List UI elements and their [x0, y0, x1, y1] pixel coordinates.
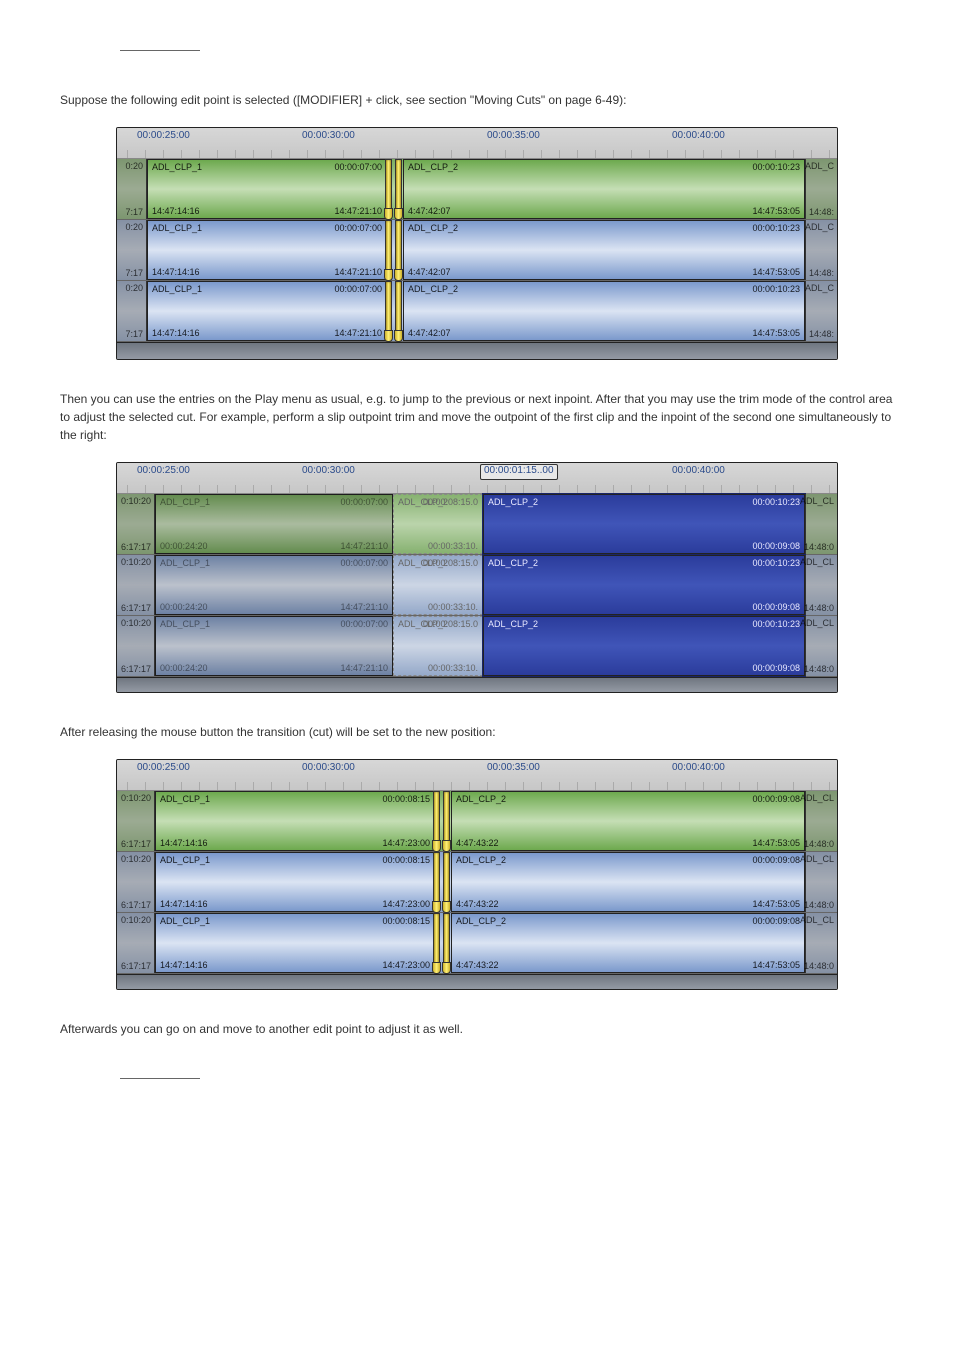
timeline-before[interactable]: 00:00:25:00 00:00:30:00 00:00:35:00 00:0… [116, 127, 838, 360]
trim-handle-right-icon[interactable] [443, 791, 450, 851]
paragraph-2: Then you can use the entries on the Play… [60, 390, 894, 444]
timeline-after[interactable]: 00:00:25:00 00:00:30:00 00:00:35:00 00:0… [116, 759, 838, 990]
track-audio2-before[interactable]: 0:207:17 ADL_CLP_100:00:07:0014:47:14:16… [117, 281, 837, 342]
timeline-during[interactable]: 00:00:25:00 00:00:30:00 00:00:01:15..00 … [116, 462, 838, 693]
ruler-after[interactable]: 00:00:25:00 00:00:30:00 00:00:35:00 00:0… [117, 760, 837, 791]
clip-selected[interactable]: ADL_CLP_200:00:10:2300:00:09:08 [483, 494, 805, 554]
paragraph-3: After releasing the mouse button the tra… [60, 723, 894, 741]
track-rows-before: 0:207:17 ADL_CLP_100:00:07:00 14:47:14:1… [117, 159, 837, 342]
clip-2[interactable]: ADL_CLP_200:00:10:23 4:47:42:0714:47:53:… [403, 159, 805, 219]
offset-input[interactable]: 00:00:01:15..00 [480, 464, 558, 480]
header-rule [120, 50, 200, 51]
trim-handle-left-icon[interactable] [433, 791, 440, 851]
track-video-before[interactable]: 0:207:17 ADL_CLP_100:00:07:00 14:47:14:1… [117, 159, 837, 220]
clip-1[interactable]: ADL_CLP_100:00:07:00 14:47:14:1614:47:21… [147, 159, 387, 219]
ruler-during[interactable]: 00:00:25:00 00:00:30:00 00:00:01:15..00 … [117, 463, 837, 494]
track-audio1-before[interactable]: 0:207:17 ADL_CLP_100:00:07:0014:47:14:16… [117, 220, 837, 281]
footer-rule [120, 1078, 200, 1079]
track-rows-after: 0:10:206:17:17 ADL_CLP_100:00:08:1514:47… [117, 791, 837, 974]
ruler-before[interactable]: 00:00:25:00 00:00:30:00 00:00:35:00 00:0… [117, 128, 837, 159]
trim-handle-right-icon[interactable] [395, 159, 402, 219]
paragraph-1: Suppose the following edit point is sele… [60, 91, 894, 109]
clip-ghost: ADL_CLP_200:00:08:15.000:00:33:10. [393, 494, 483, 554]
trim-handle-left-icon[interactable] [385, 159, 392, 219]
paragraph-4: Afterwards you can go on and move to ano… [60, 1020, 894, 1038]
track-rows-during: 0:10:206:17:17 ADL_CLP_100:00:07:0000:00… [117, 494, 837, 677]
